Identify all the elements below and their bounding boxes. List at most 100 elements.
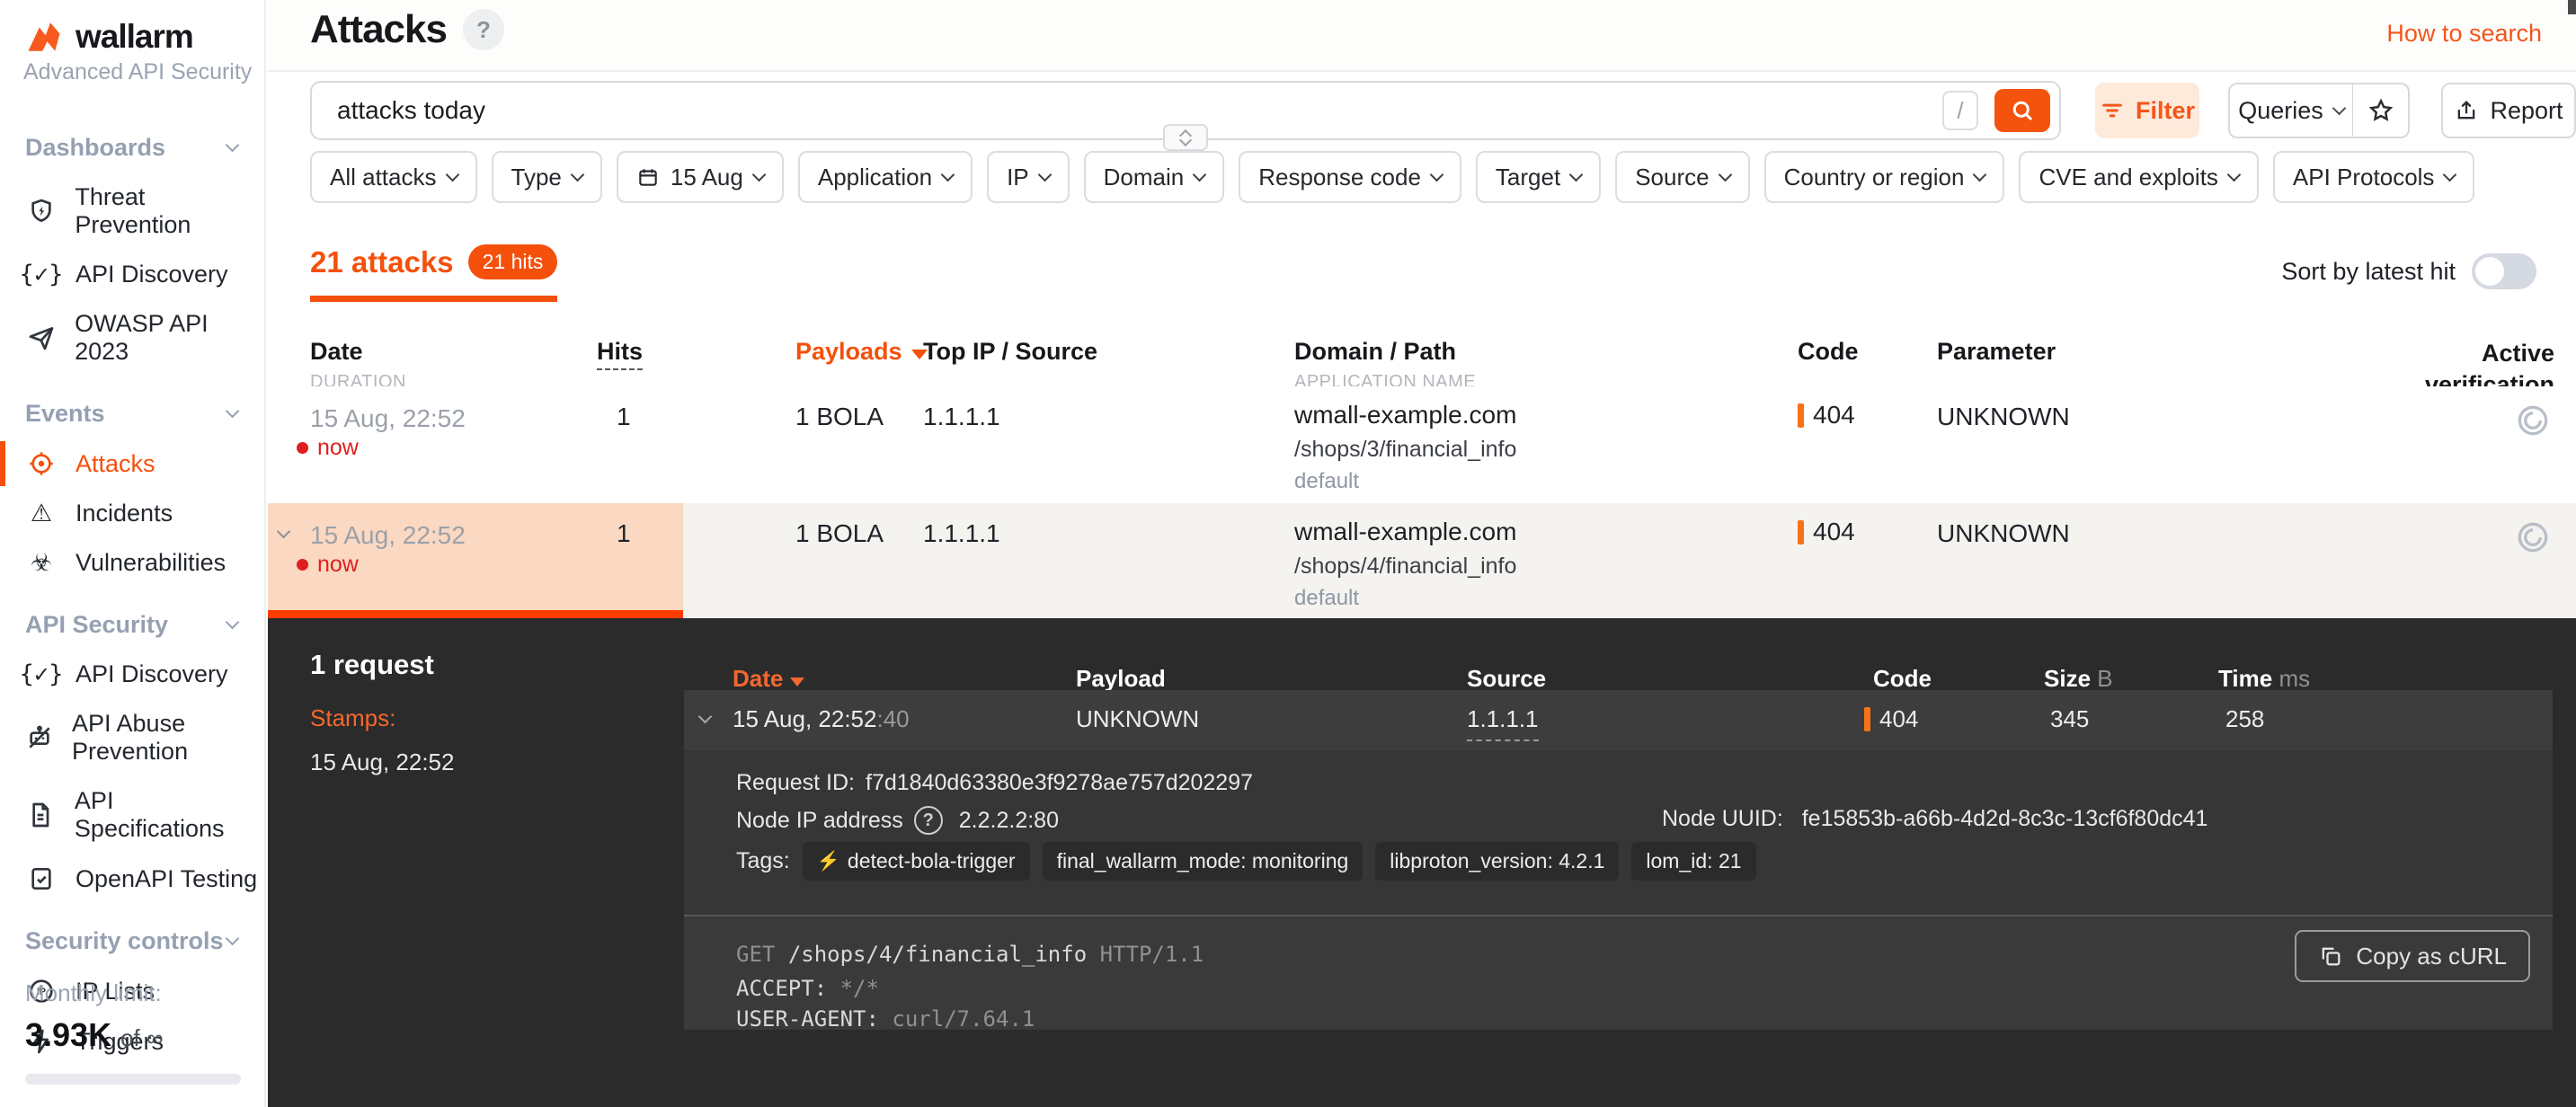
nav-section-dashboards[interactable]: Dashboards [0, 123, 264, 173]
chip-source[interactable]: Source [1615, 151, 1749, 203]
chip-cve[interactable]: CVE and exploits [2019, 151, 2258, 203]
active-verification-icon[interactable] [2513, 518, 2553, 557]
nav-section-security-controls[interactable]: Security controls [0, 917, 264, 966]
search-expand-handle[interactable] [1163, 124, 1208, 151]
question-circle-icon[interactable]: ? [914, 806, 943, 835]
chevron-down-icon [1973, 167, 1987, 182]
attack-hits: 1 [617, 403, 631, 431]
chevron-down-icon [226, 404, 240, 419]
queries-dropdown[interactable]: Queries [2228, 83, 2354, 138]
paper-plane-icon [25, 323, 57, 352]
chip-domain[interactable]: Domain [1084, 151, 1225, 203]
detail-header-payload[interactable]: Payload [1076, 665, 1166, 693]
search-input[interactable] [335, 88, 1867, 133]
tag-lom-id[interactable]: lom_id: 21 [1631, 842, 1755, 881]
detail-header-source[interactable]: Source [1467, 665, 1546, 693]
request-line: GET /shops/4/financial_info HTTP/1.1 [736, 942, 1204, 967]
tag-detect-bola-trigger[interactable]: ⚡detect-bola-trigger [803, 842, 1030, 881]
active-verification-icon[interactable] [2513, 401, 2553, 440]
help-icon[interactable]: ? [463, 9, 504, 50]
chip-ip[interactable]: IP [987, 151, 1070, 203]
page-title: Attacks [310, 7, 447, 52]
chevron-down-icon[interactable] [700, 710, 710, 726]
warning-triangle-icon: ⚠ [25, 501, 58, 526]
robot-crossed-icon [25, 723, 54, 752]
sidebar: wallarm Advanced API Security Dashboards… [0, 0, 266, 1107]
request-metadata: Request ID: f7d1840d63380e3f9278ae757d20… [684, 750, 2553, 915]
header-top-ip-source[interactable]: Top IP / Source [923, 338, 1097, 366]
chip-target[interactable]: Target [1476, 151, 1601, 203]
chevron-down-icon[interactable] [279, 525, 289, 541]
header-domain-path[interactable]: Domain / Path [1294, 338, 1456, 366]
braces-check-icon: {✓} [25, 262, 58, 287]
detail-header-size[interactable]: Size B [2044, 665, 2113, 693]
header-date[interactable]: Date [310, 338, 363, 366]
filter-button[interactable]: Filter [2095, 83, 2199, 138]
sidebar-item-incidents[interactable]: ⚠ Incidents [0, 489, 264, 538]
chevron-down-icon [226, 138, 240, 153]
sidebar-item-owasp-api-2023[interactable]: OWASP API 2023 [0, 299, 264, 376]
header-code[interactable]: Code [1798, 338, 1859, 366]
selected-row-indicator [268, 610, 683, 618]
title-bar: Attacks ? How to search [268, 0, 2576, 72]
request-row[interactable]: 15 Aug, 22:52:40 UNKNOWN 1.1.1.1 404 345… [684, 690, 2553, 750]
scrollbar-thumb[interactable] [2568, 0, 2576, 14]
copy-icon [2318, 943, 2343, 969]
sort-toggle[interactable] [2472, 253, 2536, 289]
attacks-table-header: Date DURATION Hits Payloads Top IP / Sou… [268, 331, 2576, 386]
sidebar-item-vulnerabilities[interactable]: ☣ Vulnerabilities [0, 538, 264, 588]
how-to-search-link[interactable]: How to search [2386, 20, 2542, 48]
sidebar-item-openapi-testing[interactable]: OpenAPI Testing [0, 854, 264, 904]
sidebar-item-api-specifications[interactable]: API Specifications [0, 776, 264, 854]
target-icon [25, 449, 58, 478]
search-box[interactable]: / [310, 81, 2061, 140]
request-source[interactable]: 1.1.1.1 [1467, 705, 1539, 741]
chip-country[interactable]: Country or region [1764, 151, 2005, 203]
chevron-down-icon [941, 167, 955, 182]
chip-application[interactable]: Application [798, 151, 973, 203]
tag-final-wallarm-mode[interactable]: final_wallarm_mode: monitoring [1043, 842, 1364, 881]
header-hits[interactable]: Hits [597, 338, 643, 366]
sidebar-item-api-abuse-prevention[interactable]: API Abuse Prevention [0, 699, 264, 776]
header-payloads[interactable]: Payloads [795, 338, 928, 366]
copy-as-curl-button[interactable]: Copy as cURL [2295, 930, 2530, 982]
attack-code: 404 [1798, 401, 1855, 430]
chevron-down-icon [226, 615, 240, 630]
doc-check-icon [25, 864, 58, 893]
stamps-label: Stamps: [310, 704, 454, 732]
chip-response-code[interactable]: Response code [1239, 151, 1461, 203]
detail-header-date[interactable]: Date [733, 665, 804, 693]
attack-row-2-selected[interactable]: 15 Aug, 22:52 now 1 1 BOLA 1.1.1.1 wmall… [268, 503, 2576, 618]
accept-header-line: ACCEPT: */* [736, 976, 879, 1001]
chip-api-protocols[interactable]: API Protocols [2273, 151, 2475, 203]
chip-date[interactable]: 15 Aug [617, 151, 784, 203]
filter-icon [2100, 98, 2125, 123]
stamp-value: 15 Aug, 22:52 [310, 748, 454, 776]
sidebar-item-attacks[interactable]: Attacks [0, 438, 264, 489]
search-button[interactable] [1994, 89, 2050, 132]
chevron-down-icon [1193, 167, 1207, 182]
tags-line: Tags: ⚡detect-bola-trigger final_wallarm… [736, 842, 1756, 881]
request-detail-panel: 1 request Stamps: 15 Aug, 22:52 Date Pay… [268, 618, 2576, 1107]
sidebar-item-api-discovery-2[interactable]: {✓} API Discovery [0, 650, 264, 699]
slash-shortcut-badge: / [1942, 91, 1978, 130]
attack-row-1[interactable]: 15 Aug, 22:52 now 1 1 BOLA 1.1.1.1 wmall… [268, 386, 2576, 505]
favorite-queries-button[interactable] [2352, 83, 2410, 138]
nav-section-api-security[interactable]: API Security [0, 600, 264, 650]
sort-desc-icon [790, 677, 804, 686]
header-parameter[interactable]: Parameter [1937, 338, 2056, 366]
detail-header-time[interactable]: Time ms [2218, 665, 2310, 693]
sidebar-item-threat-prevention[interactable]: Threat Prevention [0, 173, 264, 250]
attack-path: /shops/4/financial_info [1294, 554, 1516, 580]
nav-section-events[interactable]: Events [0, 389, 264, 438]
code-status-bar [1798, 403, 1804, 428]
attacks-count-tab[interactable]: 21 attacks 21 hits [310, 244, 557, 302]
report-button[interactable]: Report [2441, 83, 2576, 138]
main-content: Attacks ? How to search / Filter Queries [268, 0, 2576, 1107]
chip-all-attacks[interactable]: All attacks [310, 151, 477, 203]
detail-header-code[interactable]: Code [1873, 665, 1932, 693]
user-agent-line: USER-AGENT: curl/7.64.1 [736, 1006, 1035, 1032]
tag-libproton-version[interactable]: libproton_version: 4.2.1 [1375, 842, 1619, 881]
sidebar-item-api-discovery[interactable]: {✓} API Discovery [0, 250, 264, 299]
chip-type[interactable]: Type [492, 151, 602, 203]
